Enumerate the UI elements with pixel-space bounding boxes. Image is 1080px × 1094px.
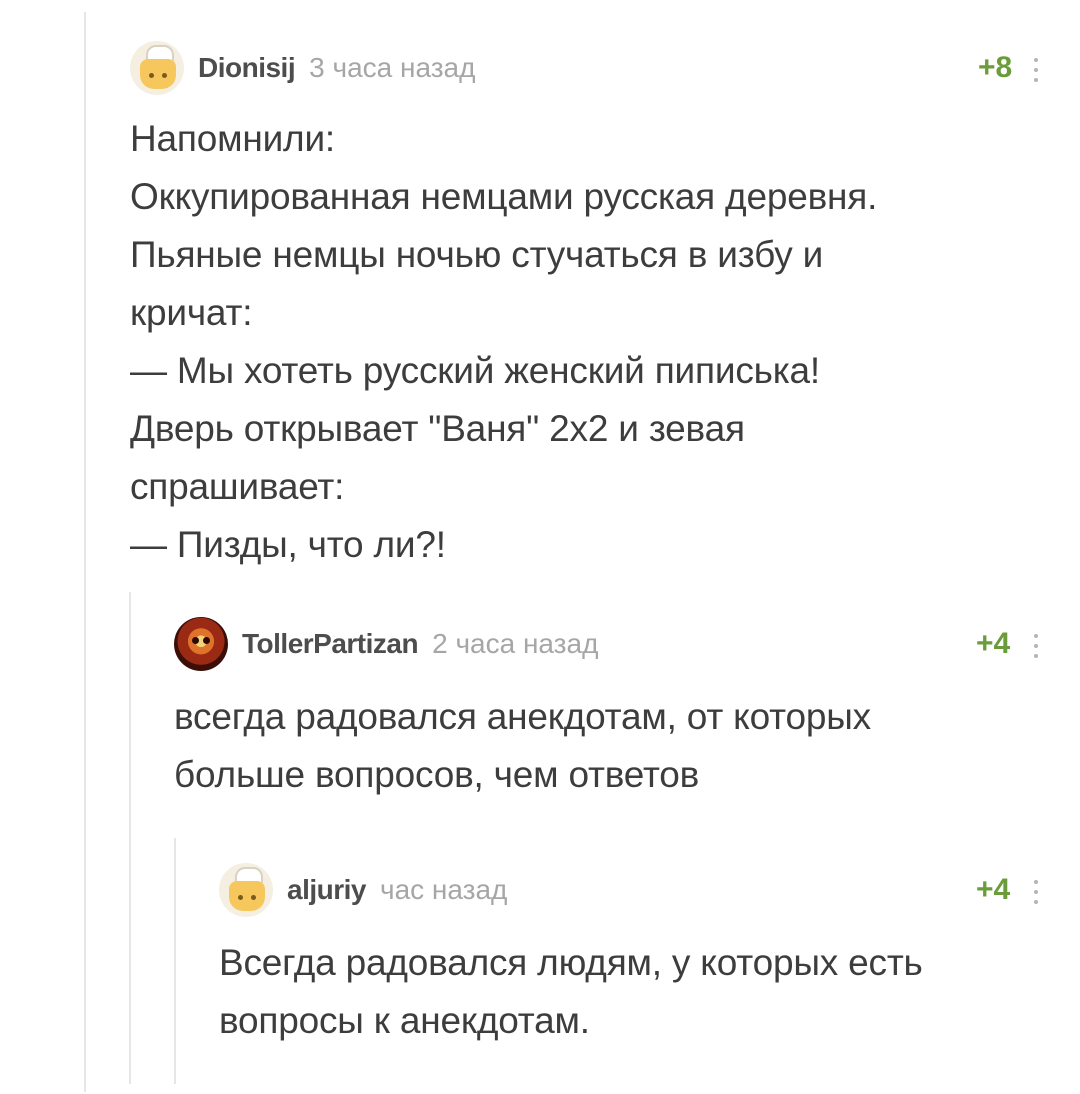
comment-rating: +4 [976,627,1011,660]
more-options-icon[interactable] [1033,56,1039,84]
more-options-icon[interactable] [1033,878,1039,906]
comment-text: Напомнили: Оккупированная немцами русска… [130,118,878,565]
default-cook-avatar-icon[interactable] [130,41,184,95]
comment-reply: aljuriy час назад +4 Всегда радовался лю… [219,862,1054,1052]
comment-time: 3 часа назад [309,52,476,83]
comment-author[interactable]: Dionisij [198,52,296,84]
default-cook-avatar-icon[interactable] [219,863,273,917]
comment-header: aljuriy час назад [219,862,507,918]
comment: Dionisij 3 часа назад +8 Напомнили: Окку… [130,40,1050,565]
comment-text: всегда радовался анекдотам, от которых б… [174,696,871,795]
comment-time: 2 часа назад [432,628,599,659]
comment-time: час назад [379,874,508,905]
comment-rating: +4 [976,873,1011,906]
flaming-skull-avatar-icon[interactable] [174,617,228,671]
comment-header: TollerPartizan 2 часа назад [174,616,598,672]
more-options-icon[interactable] [1033,632,1039,660]
thread-line-level-2 [174,838,176,1084]
thread-line-root [84,12,86,1092]
comment-reply: TollerPartizan 2 часа назад +4 всегда ра… [174,616,1054,806]
thread-line-level-1 [129,592,131,1084]
comment-header: Dionisij 3 часа назад [130,40,475,96]
comment-author[interactable]: aljuriy [287,874,366,906]
comment-author[interactable]: TollerPartizan [242,628,419,660]
comment-rating: +8 [978,51,1013,84]
comment-text: Всегда радовался людям, у которых есть в… [219,942,923,1041]
